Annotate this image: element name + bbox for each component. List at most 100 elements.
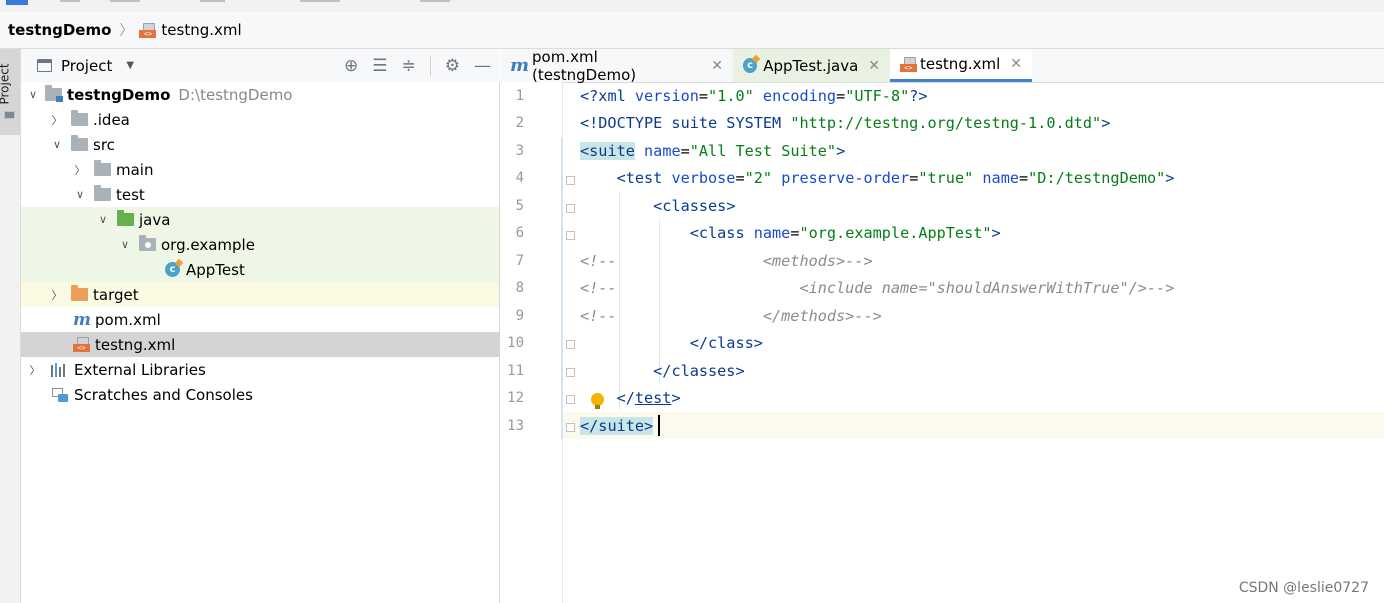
close-icon[interactable]: ✕ [711, 58, 723, 74]
line-number: 8 [515, 280, 524, 296]
code-line-2[interactable]: <!DOCTYPE suite SYSTEM "http://testng.or… [580, 110, 1110, 137]
tab-label: pom.xml (testngDemo) [532, 47, 637, 84]
app-logo-fragment [6, 0, 28, 5]
java-class-icon: c [743, 58, 758, 73]
chevron-down-icon[interactable]: ∨ [72, 188, 88, 201]
tree-item-label: org.example [161, 235, 255, 254]
code-line-7[interactable]: <!-- <methods>--> [580, 248, 873, 275]
tree-item-external-libraries[interactable]: 〉 External Libraries [21, 357, 499, 382]
line-number: 13 [507, 418, 524, 434]
tree-item-label: .idea [93, 110, 130, 129]
code-line-6[interactable]: <class name="org.example.AppTest"> [580, 220, 1001, 247]
code-line-4[interactable]: <test verbose="2" preserve-order="true" … [580, 165, 1175, 192]
tree-item-testng-xml[interactable]: <> testng.xml [21, 332, 499, 357]
test-source-folder-icon [117, 210, 134, 226]
line-number: 1 [515, 88, 524, 104]
tree-item-label: External Libraries [74, 360, 206, 379]
editor-tabs: m pom.xml (testngDemo) ✕ c AppTest.java … [500, 47, 1384, 84]
project-tool-tab-label: Project [0, 63, 12, 105]
close-icon[interactable]: ✕ [868, 58, 880, 74]
breadcrumb-file[interactable]: <> testng.xml [139, 21, 242, 39]
code-line-3[interactable]: <suite name="All Test Suite"> [580, 138, 845, 165]
code-line-1[interactable]: <?xml version="1.0" encoding="UTF-8"?> [580, 83, 928, 110]
tab-label: AppTest.java [763, 56, 859, 75]
tree-item-java[interactable]: ∨ java [21, 207, 499, 232]
tree-item-label: testngDemo [67, 85, 171, 104]
project-tool-tab[interactable]: Project [0, 49, 20, 135]
chevron-right-icon[interactable]: 〉 [27, 362, 43, 378]
tab-apptest-java[interactable]: c AppTest.java ✕ [733, 49, 890, 82]
line-number: 9 [515, 308, 524, 324]
line-number: 11 [507, 363, 524, 379]
watermark: CSDN @leslie0727 [1238, 580, 1369, 596]
line-number: 12 [507, 390, 524, 406]
tree-item-label: src [93, 135, 115, 154]
project-window-icon [37, 59, 52, 72]
breadcrumb-project[interactable]: testngDemo [8, 21, 111, 39]
xml-file-icon: <> [900, 56, 917, 72]
folder-icon [94, 185, 111, 201]
tree-item-path: D:\testngDemo [178, 85, 293, 104]
folder-icon [94, 160, 111, 176]
chevron-down-icon[interactable]: ∨ [117, 238, 133, 251]
fold-marker-icon[interactable] [566, 204, 575, 213]
chevron-down-icon[interactable]: ∨ [25, 88, 41, 101]
fold-marker-icon[interactable] [566, 176, 575, 185]
tree-item-pom-xml[interactable]: m pom.xml [21, 307, 499, 332]
tree-item-label: pom.xml [95, 310, 161, 329]
expand-all-icon[interactable]: ☰ [372, 56, 387, 76]
title-fragment [420, 0, 450, 2]
tree-item-apptest[interactable]: c AppTest [21, 257, 499, 282]
project-view-selector[interactable]: Project [61, 57, 112, 75]
tree-item-label: Scratches and Consoles [74, 385, 253, 404]
xml-file-icon: <> [139, 22, 157, 38]
scope-indicator [561, 138, 563, 439]
tree-item-label: AppTest [186, 260, 245, 279]
tree-item-label: testng.xml [95, 335, 176, 354]
fold-marker-icon[interactable] [566, 340, 575, 349]
tree-item-test[interactable]: ∨ test [21, 182, 499, 207]
chevron-down-icon[interactable]: ∨ [95, 213, 111, 226]
title-fragment [300, 0, 340, 2]
chevron-down-icon[interactable]: ▼ [126, 60, 134, 71]
code-line-13[interactable]: </suite> [580, 413, 654, 440]
tree-item-main[interactable]: 〉 main [21, 157, 499, 182]
breadcrumb-separator-icon: 〉 [119, 23, 134, 39]
code-line-9[interactable]: <!-- </methods>--> [580, 303, 882, 330]
tree-item-target[interactable]: 〉 target [21, 282, 499, 307]
fold-marker-icon[interactable] [566, 231, 575, 240]
tree-item-idea[interactable]: 〉 .idea [21, 107, 499, 132]
code-line-5[interactable]: <classes> [580, 193, 735, 220]
toolbar-divider [429, 55, 431, 76]
chevron-right-icon[interactable]: 〉 [49, 287, 65, 303]
chevron-right-icon[interactable]: 〉 [49, 112, 65, 128]
gear-icon[interactable]: ⚙ [445, 56, 460, 76]
code-line-11[interactable]: </classes> [580, 358, 744, 385]
folder-icon [71, 110, 88, 126]
tree-item-label: target [93, 285, 139, 304]
tab-testng-xml[interactable]: <> testng.xml ✕ [890, 49, 1032, 82]
fold-marker-icon[interactable] [566, 423, 575, 432]
lightbulb-icon[interactable] [591, 393, 604, 409]
hide-icon[interactable]: — [474, 56, 491, 76]
text-caret [658, 415, 660, 436]
tree-item-src[interactable]: ∨ src [21, 132, 499, 157]
code-line-8[interactable]: <!-- <include name="shouldAnswerWithTrue… [580, 275, 1174, 302]
fold-marker-icon[interactable] [566, 395, 575, 404]
code-line-10[interactable]: </class> [580, 330, 763, 357]
tree-item-org-example[interactable]: ∨ org.example [21, 232, 499, 257]
xml-file-icon: <> [73, 337, 90, 352]
chevron-down-icon[interactable]: ∨ [49, 138, 65, 151]
tree-item-testngdemo[interactable]: ∨ testngDemo D:\testngDemo [21, 82, 499, 107]
locate-icon[interactable]: ⊕ [344, 56, 358, 76]
tree-item-scratches[interactable]: Scratches and Consoles [21, 382, 499, 407]
close-icon[interactable]: ✕ [1010, 56, 1022, 72]
tab-pom-xml[interactable]: m pom.xml (testngDemo) ✕ [500, 47, 733, 84]
java-class-icon: c [165, 262, 180, 277]
module-folder-icon [45, 85, 63, 102]
chevron-right-icon[interactable]: 〉 [72, 162, 88, 178]
line-number: 4 [515, 170, 524, 186]
fold-marker-icon[interactable] [566, 368, 575, 377]
collapse-all-icon[interactable]: ≑ [402, 56, 416, 76]
tree-item-label: test [116, 185, 145, 204]
